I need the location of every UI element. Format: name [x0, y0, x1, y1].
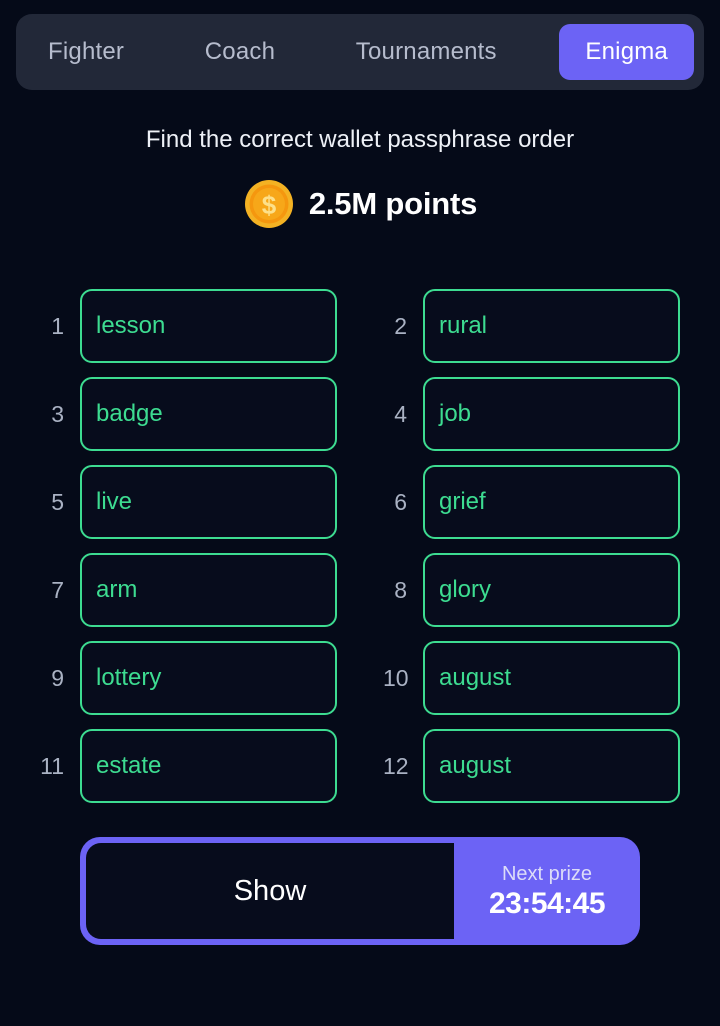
next-prize-timer: 23:54:45	[488, 886, 606, 920]
next-prize-label: Next prize	[501, 862, 593, 885]
passphrase-cell-9: 9 lottery	[40, 639, 337, 717]
word-text: lesson	[96, 312, 166, 339]
word-box[interactable]: estate	[80, 729, 337, 803]
word-index: 10	[383, 664, 409, 691]
show-button[interactable]: Show	[86, 843, 454, 939]
tab-fighter[interactable]: Fighter	[30, 24, 142, 80]
word-box[interactable]: august	[423, 641, 680, 715]
tab-coach[interactable]: Coach	[187, 24, 293, 80]
word-text: estate	[96, 752, 162, 779]
word-box[interactable]: arm	[80, 553, 337, 627]
word-text: glory	[439, 576, 492, 603]
next-prize-panel: Next prize 23:54:45	[454, 837, 640, 945]
word-index: 2	[394, 312, 407, 339]
word-text: lottery	[96, 664, 162, 691]
passphrase-cell-2: 2 rural	[383, 287, 680, 365]
passphrase-grid: 1 lesson 2 rural 3 badge 4 job 5 live 6 …	[40, 287, 680, 805]
tab-tournaments[interactable]: Tournaments	[338, 24, 515, 80]
tab-enigma[interactable]: Enigma	[559, 24, 694, 80]
points-value: 2.5M points	[308, 186, 478, 221]
word-text: grief	[439, 488, 486, 515]
points-row: $ 2.5M points	[0, 178, 720, 230]
passphrase-cell-6: 6 grief	[383, 463, 680, 541]
enigma-screen: Fighter Coach Tournaments Enigma Find th…	[0, 0, 720, 1026]
action-bar: Show Next prize 23:54:45	[80, 837, 640, 945]
passphrase-cell-8: 8 glory	[383, 551, 680, 629]
word-box[interactable]: grief	[423, 465, 680, 539]
word-box[interactable]: badge	[80, 377, 337, 451]
passphrase-cell-12: 12 august	[383, 727, 680, 805]
passphrase-cell-1: 1 lesson	[40, 287, 337, 365]
word-index: 12	[383, 752, 409, 779]
word-text: live	[96, 488, 133, 515]
word-index: 9	[51, 664, 64, 691]
word-index: 7	[51, 576, 64, 603]
word-box[interactable]: glory	[423, 553, 680, 627]
word-box[interactable]: lottery	[80, 641, 337, 715]
passphrase-cell-3: 3 badge	[40, 375, 337, 453]
word-text: august	[439, 664, 512, 691]
word-box[interactable]: august	[423, 729, 680, 803]
word-index: 5	[51, 488, 64, 515]
passphrase-cell-11: 11 estate	[40, 727, 337, 805]
show-button-label: Show	[233, 874, 307, 907]
word-box[interactable]: job	[423, 377, 680, 451]
svg-text:$: $	[262, 190, 277, 220]
word-text: job	[439, 400, 472, 427]
word-text: august	[439, 752, 512, 779]
word-text: arm	[96, 576, 138, 603]
word-index: 6	[394, 488, 407, 515]
word-box[interactable]: live	[80, 465, 337, 539]
main-navigation: Fighter Coach Tournaments Enigma	[16, 14, 704, 90]
word-index: 3	[51, 400, 64, 427]
passphrase-cell-5: 5 live	[40, 463, 337, 541]
word-text: rural	[439, 312, 488, 339]
word-index: 8	[394, 576, 407, 603]
word-index: 11	[40, 752, 64, 779]
passphrase-cell-10: 10 august	[383, 639, 680, 717]
word-box[interactable]: lesson	[80, 289, 337, 363]
gold-coin-dollar-icon: $	[243, 178, 295, 230]
word-box[interactable]: rural	[423, 289, 680, 363]
passphrase-cell-7: 7 arm	[40, 551, 337, 629]
page-subtitle: Find the correct wallet passphrase order	[145, 126, 575, 153]
word-index: 4	[394, 400, 407, 427]
passphrase-cell-4: 4 job	[383, 375, 680, 453]
word-index: 1	[51, 312, 64, 339]
word-text: badge	[96, 400, 163, 427]
